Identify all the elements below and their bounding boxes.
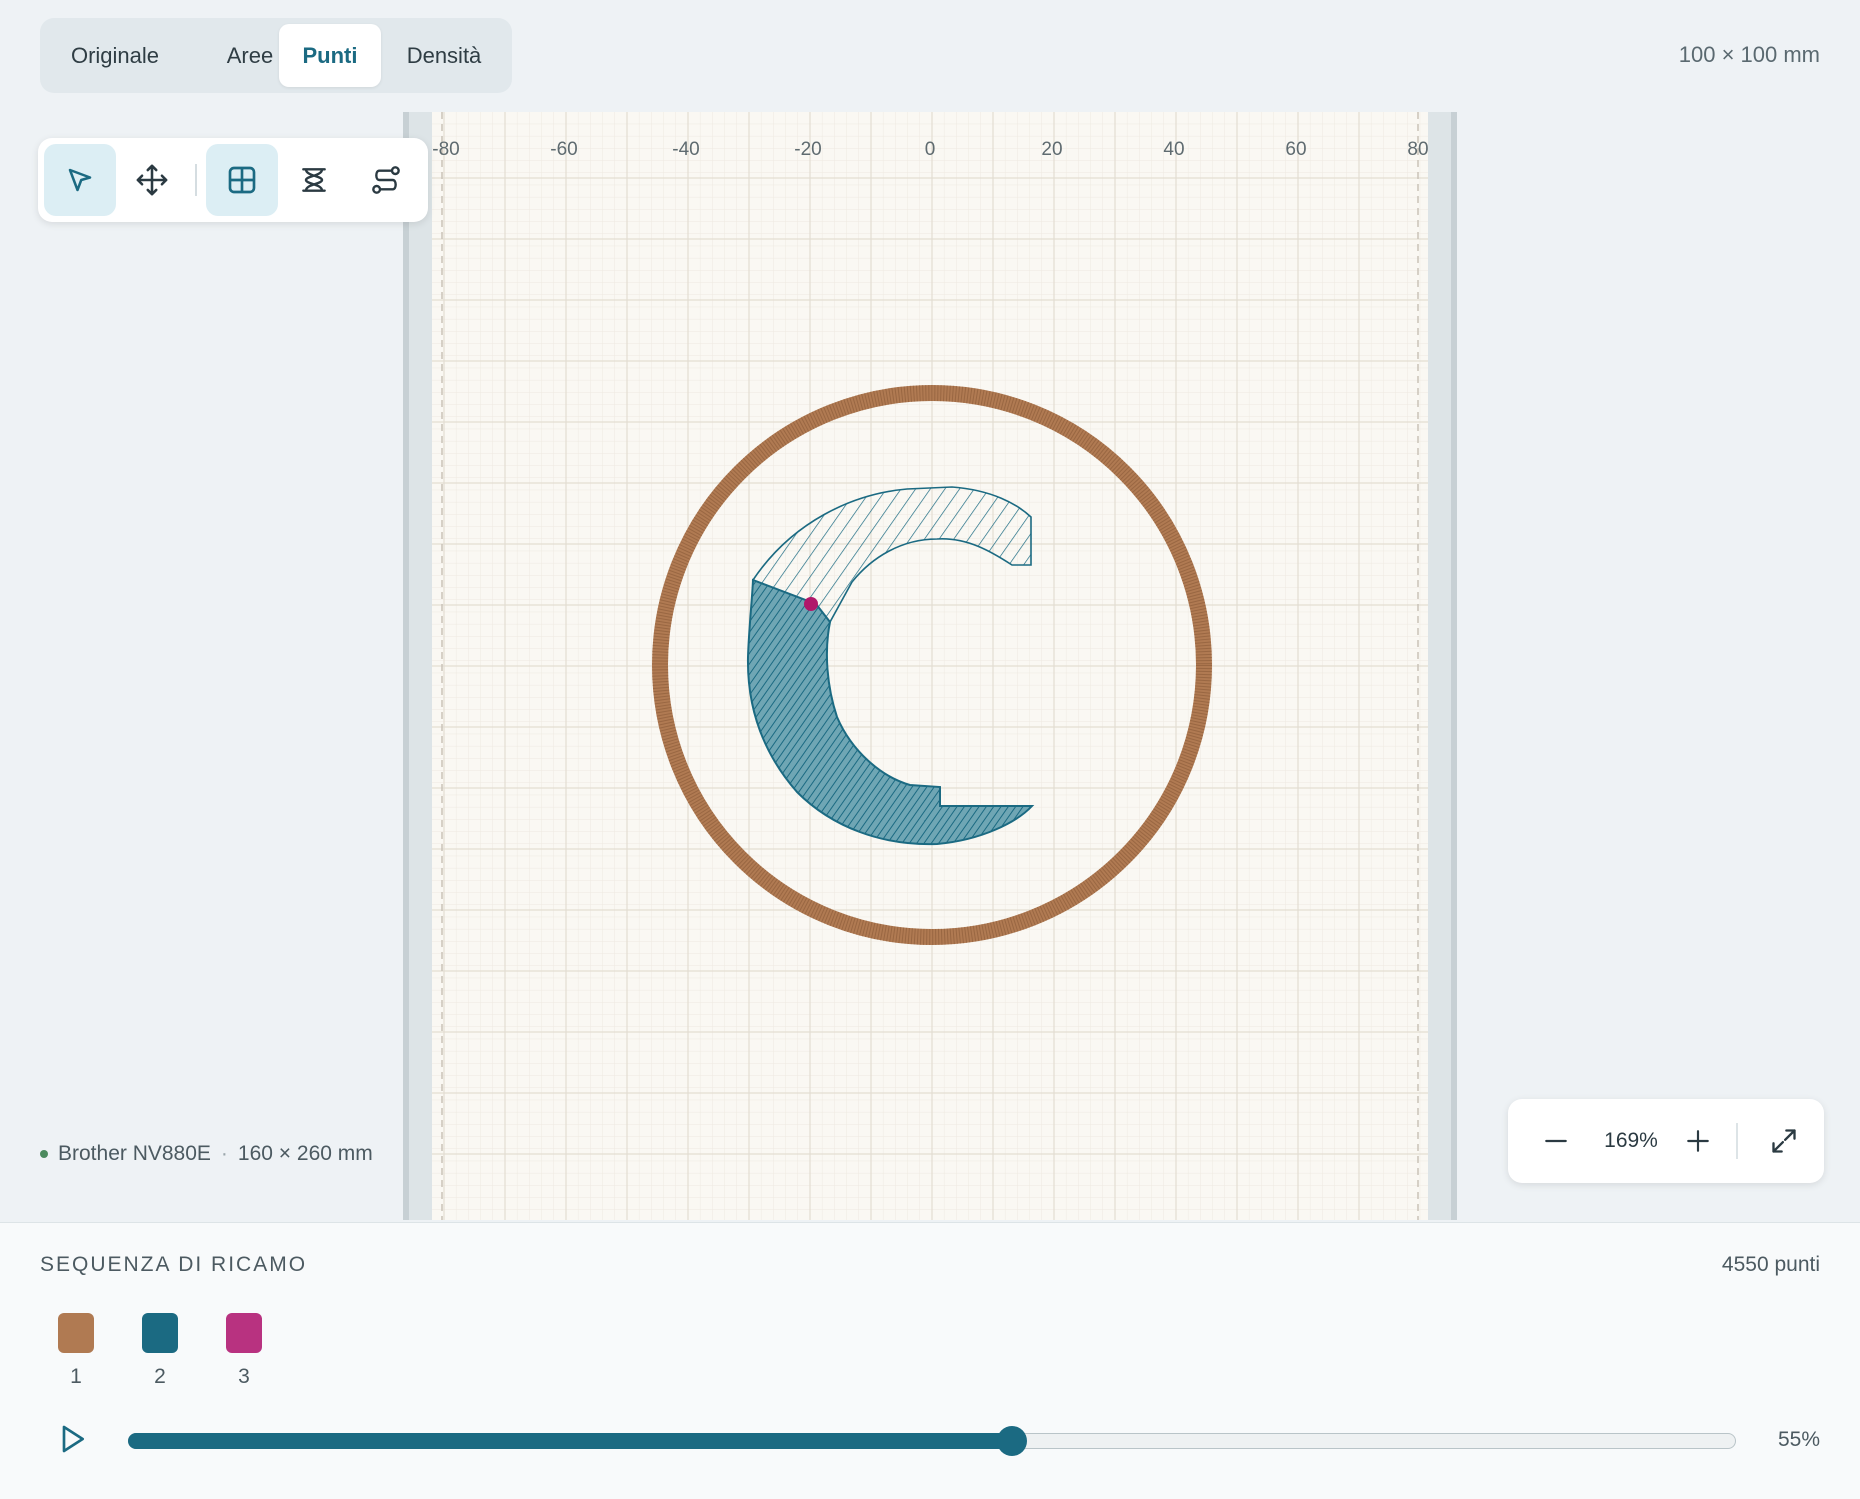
ruler-label: -60 [550, 139, 577, 160]
zoom-in-button[interactable] [1668, 1111, 1728, 1171]
tab-punti[interactable]: Punti [279, 24, 381, 87]
view-tabs: Originale Aree Punti Densità [40, 18, 512, 93]
grid-icon [228, 166, 256, 194]
minus-icon [1545, 1139, 1567, 1143]
status-dot [40, 1150, 48, 1158]
zoom-divider [1736, 1123, 1738, 1159]
progress-fill [128, 1433, 1014, 1449]
thread-swatch-3[interactable] [226, 1313, 262, 1353]
ruler-label: 80 [1407, 139, 1428, 160]
play-button[interactable] [52, 1419, 92, 1459]
sequence-panel: SEQUENZA DI RICAMO 4550 punti 1 2 3 55% [0, 1222, 1860, 1499]
hoop-edge-right [1451, 112, 1457, 1220]
zoom-control: 169% [1508, 1099, 1824, 1183]
path-icon [372, 166, 400, 194]
ruler-label: 0 [925, 139, 936, 160]
ruler-label: 20 [1041, 139, 1062, 160]
hoop-size: 160 × 260 mm [237, 1142, 373, 1165]
stitch-count: 4550 punti [1721, 1253, 1820, 1276]
play-icon [62, 1425, 84, 1453]
needle-position-marker [804, 597, 818, 611]
ruler-label: -80 [432, 139, 459, 160]
ruler-label: 40 [1163, 139, 1184, 160]
fill-tool-button[interactable] [206, 144, 278, 216]
select-tool-button[interactable] [44, 144, 116, 216]
ruler-label: -40 [672, 139, 699, 160]
satin-icon [302, 168, 326, 192]
canvas-svg: -80 -60 -40 -20 0 20 40 60 80 [432, 112, 1428, 1220]
machine-separator: · [220, 1142, 228, 1165]
pointer-icon [68, 168, 92, 192]
ruler-label: -20 [794, 139, 821, 160]
satin-tool-button[interactable] [278, 144, 350, 216]
tab-densita[interactable]: Densità [384, 24, 504, 87]
move-tool-button[interactable] [116, 144, 188, 216]
fullscreen-button[interactable] [1754, 1111, 1814, 1171]
thread-swatch-1[interactable] [58, 1313, 94, 1353]
move-icon [136, 164, 168, 196]
embroidery-canvas[interactable]: -80 -60 -40 -20 0 20 40 60 80 [432, 112, 1428, 1220]
hoop-edge-left [403, 112, 409, 1220]
machine-name: Brother NV880E [58, 1142, 211, 1165]
design-size: 100 × 100 mm [1678, 42, 1820, 67]
thread-number-3: 3 [238, 1365, 250, 1388]
tool-palette [38, 138, 428, 222]
progress-percent: 55% [1777, 1428, 1820, 1451]
progress-slider[interactable] [128, 1426, 1736, 1456]
thread-number-1: 1 [70, 1365, 82, 1388]
ruler-label: 60 [1285, 139, 1306, 160]
plus-icon [1687, 1130, 1709, 1152]
thread-swatch-2[interactable] [142, 1313, 178, 1353]
expand-icon [1772, 1129, 1796, 1153]
machine-info: Brother NV880E · 160 × 260 mm [40, 1142, 373, 1166]
zoom-level: 169% [1604, 1129, 1658, 1152]
thread-number-2: 2 [154, 1365, 166, 1388]
toolbar-divider [195, 164, 197, 196]
path-tool-button[interactable] [350, 144, 422, 216]
zoom-out-button[interactable] [1526, 1111, 1586, 1171]
progress-thumb[interactable] [997, 1426, 1028, 1456]
sequence-title: SEQUENZA DI RICAMO [40, 1253, 308, 1276]
tab-originale[interactable]: Originale [46, 24, 184, 87]
